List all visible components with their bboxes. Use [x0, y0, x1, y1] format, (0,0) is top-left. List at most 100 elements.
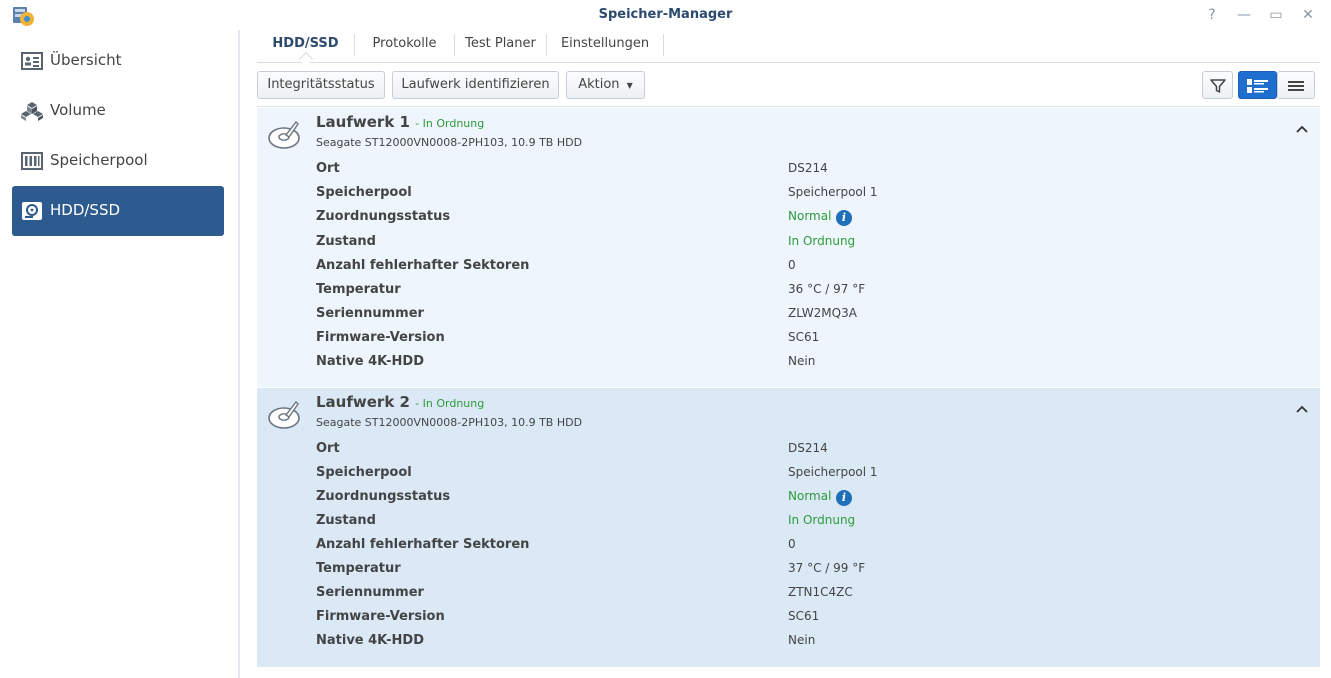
- detail-row-temperature: Temperatur 36 °C / 97 °F: [316, 282, 1306, 306]
- detail-label: Speicherpool: [316, 185, 412, 200]
- detail-view-button[interactable]: [1238, 71, 1277, 99]
- list-detail-icon: [1247, 79, 1268, 93]
- detail-label: Anzahl fehlerhafter Sektoren: [316, 258, 530, 273]
- detail-value: 36 °C / 97 °F: [788, 282, 866, 296]
- detail-label: Seriennummer: [316, 585, 424, 600]
- detail-value: Speicherpool 1: [788, 465, 878, 479]
- detail-row-serial: Seriennummer ZLW2MQ3A: [316, 306, 1306, 330]
- detail-label: Zuordnungsstatus: [316, 209, 451, 224]
- filter-button[interactable]: [1202, 71, 1233, 99]
- detail-row-temperature: Temperatur 37 °C / 99 °F: [316, 561, 1306, 585]
- detail-label: Firmware-Version: [316, 330, 445, 345]
- detail-row-bad-sectors: Anzahl fehlerhafter Sektoren 0: [316, 537, 1306, 561]
- title-bar: Speicher-Manager ? — ▭ ✕: [0, 0, 1331, 30]
- hard-disk-icon: [268, 120, 300, 149]
- tab-bar: HDD/SSD Protokolle Test Planer Einstellu…: [257, 30, 1320, 67]
- drive-status: - In Ordnung: [415, 117, 485, 130]
- chevron-up-icon[interactable]: [1295, 402, 1309, 416]
- drive-name: Laufwerk 2: [316, 393, 410, 411]
- detail-label: Seriennummer: [316, 306, 424, 321]
- detail-row-health: Zustand In Ordnung: [316, 513, 1306, 537]
- info-icon[interactable]: i: [836, 490, 852, 506]
- maximize-icon[interactable]: ▭: [1265, 5, 1287, 25]
- detail-row-health: Zustand In Ordnung: [316, 234, 1306, 258]
- drive-panel: Laufwerk 2 - In Ordnung Seagate ST12000V…: [257, 388, 1320, 667]
- tab-test-scheduler[interactable]: Test Planer: [455, 30, 546, 60]
- drive-model: Seagate ST12000VN0008-2PH103, 10.9 TB HD…: [316, 416, 583, 429]
- detail-value: Nein: [788, 633, 816, 647]
- detail-label: Anzahl fehlerhafter Sektoren: [316, 537, 530, 552]
- sidebar: Übersicht Volume Speicherpool HDD/SSD: [0, 30, 238, 678]
- health-status-button[interactable]: Integritätsstatus: [257, 71, 385, 99]
- sidebar-item-label: Volume: [50, 101, 106, 119]
- drive-name: Laufwerk 1: [316, 113, 410, 131]
- sidebar-item-label: HDD/SSD: [50, 201, 121, 219]
- detail-label: Temperatur: [316, 561, 401, 576]
- close-icon[interactable]: ✕: [1297, 5, 1319, 25]
- chevron-up-icon[interactable]: [1295, 122, 1309, 136]
- detail-row-firmware: Firmware-Version SC61: [316, 330, 1306, 354]
- detail-label: Native 4K-HDD: [316, 354, 424, 369]
- detail-row-storage-pool: Speicherpool Speicherpool 1: [316, 185, 1306, 209]
- detail-value: Speicherpool 1: [788, 185, 878, 199]
- detail-value: SC61: [788, 330, 820, 344]
- detail-value: ZLW2MQ3A: [788, 306, 857, 320]
- list-view-button[interactable]: [1277, 71, 1315, 99]
- toolbar-divider: [257, 106, 1320, 107]
- action-dropdown-button[interactable]: Aktion ▼: [566, 71, 645, 99]
- info-icon[interactable]: i: [836, 210, 852, 226]
- storage-pool-icon: [21, 152, 43, 170]
- detail-value: Normal: [788, 209, 832, 223]
- detail-label: Speicherpool: [316, 465, 412, 480]
- sidebar-item-storage-pool[interactable]: Speicherpool: [12, 136, 224, 186]
- minimize-icon[interactable]: —: [1233, 5, 1255, 25]
- drive-model: Seagate ST12000VN0008-2PH103, 10.9 TB HD…: [316, 136, 583, 149]
- sidebar-item-volume[interactable]: Volume: [12, 86, 224, 136]
- detail-row-native-4k: Native 4K-HDD Nein: [316, 633, 1306, 657]
- detail-value: ZTN1C4ZC: [788, 585, 853, 599]
- detail-value: 0: [788, 258, 796, 272]
- detail-label: Native 4K-HDD: [316, 633, 424, 648]
- tab-settings[interactable]: Einstellungen: [547, 30, 663, 60]
- overview-icon: [21, 52, 43, 70]
- caret-down-icon: ▼: [626, 81, 633, 90]
- detail-row-bad-sectors: Anzahl fehlerhafter Sektoren 0: [316, 258, 1306, 282]
- detail-row-allocation-status: Zuordnungsstatus Normal i: [316, 209, 1306, 233]
- drive-title: Laufwerk 1 - In Ordnung: [316, 113, 484, 131]
- detail-row-location: Ort DS214: [316, 161, 1306, 185]
- detail-value: DS214: [788, 161, 828, 175]
- detail-value: In Ordnung: [788, 513, 856, 527]
- window-title: Speicher-Manager: [598, 7, 733, 22]
- drive-panel: Laufwerk 1 - In Ordnung Seagate ST12000V…: [257, 108, 1320, 387]
- detail-row-native-4k: Native 4K-HDD Nein: [316, 354, 1306, 378]
- detail-value: DS214: [788, 441, 828, 455]
- drive-status: - In Ordnung: [415, 397, 485, 410]
- detail-row-storage-pool: Speicherpool Speicherpool 1: [316, 465, 1306, 489]
- detail-value: SC61: [788, 609, 820, 623]
- sidebar-item-label: Speicherpool: [50, 151, 148, 169]
- list-icon: [1288, 81, 1304, 91]
- detail-row-location: Ort DS214: [316, 441, 1306, 465]
- detail-label: Zustand: [316, 513, 376, 528]
- detail-label: Ort: [316, 441, 340, 456]
- drive-title: Laufwerk 2 - In Ordnung: [316, 393, 484, 411]
- help-icon[interactable]: ?: [1201, 5, 1223, 25]
- identify-drive-button[interactable]: Laufwerk identifizieren: [392, 71, 559, 99]
- hdd-icon: [22, 202, 42, 220]
- detail-value: In Ordnung: [788, 234, 856, 248]
- detail-row-firmware: Firmware-Version SC61: [316, 609, 1306, 633]
- detail-row-allocation-status: Zuordnungsstatus Normal i: [316, 489, 1306, 513]
- detail-label: Ort: [316, 161, 340, 176]
- detail-label: Firmware-Version: [316, 609, 445, 624]
- detail-value: Normal: [788, 489, 832, 503]
- detail-label: Temperatur: [316, 282, 401, 297]
- sidebar-item-overview[interactable]: Übersicht: [12, 36, 224, 86]
- action-label: Aktion: [578, 77, 620, 92]
- sidebar-divider: [238, 30, 240, 678]
- cubes-icon: [21, 102, 43, 121]
- detail-value: 0: [788, 537, 796, 551]
- sidebar-item-hdd-ssd[interactable]: HDD/SSD: [12, 186, 224, 236]
- tab-logs[interactable]: Protokolle: [355, 30, 454, 60]
- detail-label: Zustand: [316, 234, 376, 249]
- tab-divider: [663, 34, 664, 56]
